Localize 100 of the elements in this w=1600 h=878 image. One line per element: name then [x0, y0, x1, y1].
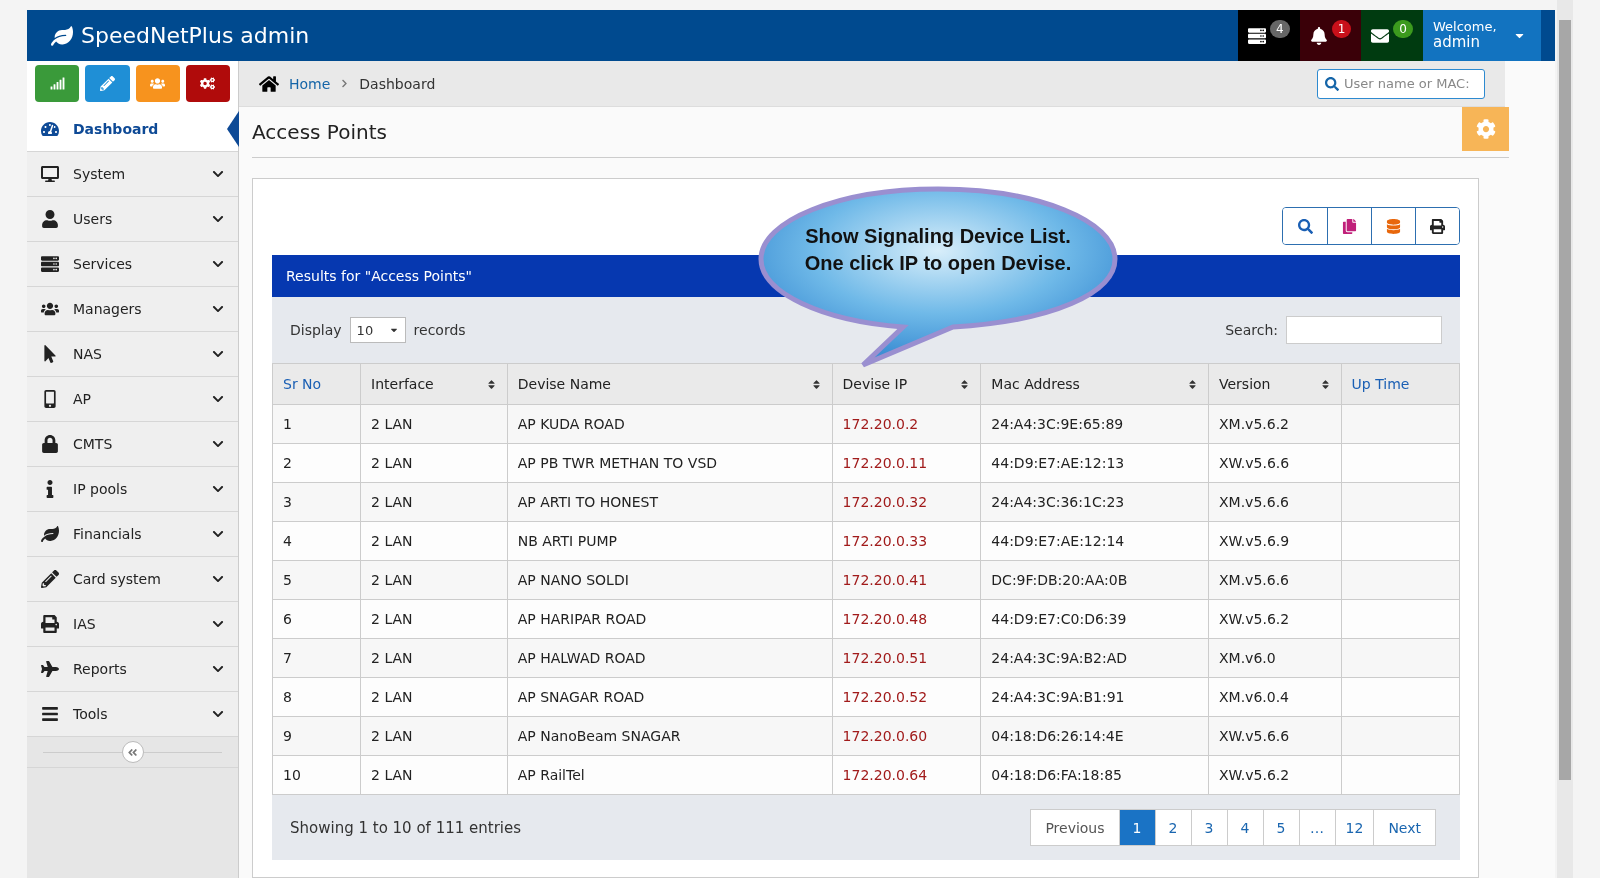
- column-header[interactable]: Up Time: [1341, 363, 1460, 405]
- page-button[interactable]: 4: [1226, 810, 1263, 845]
- table-cell: 2 LAN: [360, 560, 508, 600]
- messages-button[interactable]: 0: [1361, 10, 1423, 61]
- sidebar-item[interactable]: Tools: [27, 692, 238, 737]
- table-cell: XW.v5.6.6: [1208, 443, 1342, 483]
- table-cell: 2 LAN: [360, 404, 508, 444]
- table-cell: XW.v5.6.2: [1208, 599, 1342, 639]
- sidebar-item[interactable]: Card system: [27, 557, 238, 602]
- search-input[interactable]: [1286, 316, 1442, 344]
- user-icon: [41, 210, 59, 228]
- ip-link[interactable]: 172.20.0.64: [832, 755, 981, 795]
- sidebar-item[interactable]: IAS: [27, 602, 238, 647]
- breadcrumb-link[interactable]: Home: [289, 75, 331, 92]
- user-menu[interactable]: Welcome, admin: [1423, 10, 1541, 61]
- column-header[interactable]: Devise IP: [832, 363, 981, 405]
- printer-icon: [1430, 218, 1445, 234]
- sidebar-item[interactable]: Dashboard: [27, 107, 238, 152]
- sidebar-item[interactable]: AP: [27, 377, 238, 422]
- count-badge: 0: [1393, 20, 1413, 38]
- sidebar-item[interactable]: NAS: [27, 332, 238, 377]
- tasks-button[interactable]: 4: [1238, 10, 1300, 61]
- ip-link[interactable]: 172.20.0.51: [832, 638, 981, 678]
- settings-button[interactable]: [1462, 107, 1509, 151]
- users-icon: [41, 300, 59, 318]
- breadcrumb-current: Dashboard: [359, 75, 436, 92]
- search-icon: [1325, 76, 1339, 91]
- ip-link[interactable]: 172.20.0.60: [832, 716, 981, 756]
- page-button[interactable]: …: [1298, 810, 1335, 845]
- table-cell: XM.v5.6.2: [1208, 404, 1342, 444]
- quick-button[interactable]: [85, 65, 130, 102]
- sidebar-item[interactable]: Financials: [27, 512, 238, 557]
- plane-icon: [41, 660, 59, 678]
- table-cell: AP NANO SOLDI: [507, 560, 833, 600]
- column-header[interactable]: Interface: [360, 363, 508, 405]
- table-cell: 2 LAN: [360, 755, 508, 795]
- sidebar-item[interactable]: CMTS: [27, 422, 238, 467]
- search-icon: [1297, 218, 1313, 234]
- ip-link[interactable]: 172.20.0.33: [832, 521, 981, 561]
- table-cell: XM.v6.0: [1208, 638, 1342, 678]
- pencil-icon: [41, 570, 59, 588]
- page-button[interactable]: 3: [1190, 810, 1227, 845]
- quick-button[interactable]: [35, 65, 80, 102]
- page-button[interactable]: Previous: [1031, 810, 1119, 845]
- ip-link[interactable]: 172.20.0.2: [832, 404, 981, 444]
- server-icon: [41, 255, 59, 273]
- entries-info: Showing 1 to 10 of 111 entries: [290, 818, 522, 837]
- copy-icon: [1342, 218, 1357, 234]
- leaf-logo-icon: [51, 24, 73, 47]
- alerts-button[interactable]: 1: [1299, 10, 1362, 61]
- ip-link[interactable]: 172.20.0.32: [832, 482, 981, 522]
- ip-link[interactable]: 172.20.0.52: [832, 677, 981, 717]
- sidebar-item[interactable]: Services: [27, 242, 238, 287]
- column-header[interactable]: Version: [1208, 363, 1342, 405]
- sort-icon: [1319, 378, 1331, 390]
- column-header[interactable]: Devise Name: [507, 363, 833, 405]
- collapse-button[interactable]: [121, 741, 144, 763]
- column-header[interactable]: Sr No: [272, 363, 361, 405]
- table-cell: 6: [272, 599, 361, 639]
- sidebar-item[interactable]: Reports: [27, 647, 238, 692]
- ip-link[interactable]: 172.20.0.11: [832, 443, 981, 483]
- table-cell: AP ARTI TO HONEST: [507, 482, 833, 522]
- table-cell: XM.v5.6.6: [1208, 560, 1342, 600]
- sidebar-item[interactable]: Users: [27, 197, 238, 242]
- ip-link[interactable]: 172.20.0.41: [832, 560, 981, 600]
- sidebar-item[interactable]: Managers: [27, 287, 238, 332]
- table-cell: AP KUDA ROAD: [507, 404, 833, 444]
- page-button[interactable]: 12: [1334, 810, 1374, 845]
- search-field[interactable]: User name or MAC:: [1317, 68, 1485, 99]
- print-button[interactable]: [1415, 208, 1459, 244]
- page-button[interactable]: 2: [1154, 810, 1191, 845]
- sort-icon: [1187, 378, 1198, 390]
- table-cell: 24:A4:3C:9A:B1:91: [980, 677, 1209, 717]
- records-select[interactable]: 10: [349, 317, 406, 343]
- chevron-right-icon: [340, 79, 350, 88]
- table-cell: XM.v6.0.4: [1208, 677, 1342, 717]
- sort-icon: [485, 378, 497, 390]
- table-cell: AP HARIPAR ROAD: [507, 599, 833, 639]
- printer-icon: [41, 615, 59, 633]
- lock-icon: [41, 435, 59, 453]
- table-cell: 24:A4:3C:9E:65:89: [980, 404, 1209, 444]
- table-cell: 24:A4:3C:36:1C:23: [980, 482, 1209, 522]
- page-button[interactable]: 5: [1262, 810, 1299, 845]
- display-label: Display: [290, 322, 342, 338]
- sidebar-item[interactable]: System: [27, 152, 238, 197]
- page-button[interactable]: 1: [1118, 810, 1155, 845]
- menu-icon: [41, 705, 59, 723]
- table-cell: XW.v5.6.6: [1208, 716, 1342, 756]
- table-cell: AP PB TWR METHAN TO VSD: [507, 443, 833, 483]
- ip-link[interactable]: 172.20.0.48: [832, 599, 981, 639]
- sort-icon: [810, 378, 822, 390]
- table-cell: XW.v5.6.2: [1208, 755, 1342, 795]
- dashboard-icon: [41, 120, 59, 138]
- sidebar-item[interactable]: IP pools: [27, 467, 238, 512]
- double-chevron-left-icon: [127, 746, 138, 758]
- page-button[interactable]: Next: [1373, 810, 1435, 845]
- column-header[interactable]: Mac Address: [980, 363, 1209, 405]
- quick-button[interactable]: [185, 65, 230, 102]
- scrollbar[interactable]: [1557, 0, 1573, 878]
- sort-icon: [959, 378, 971, 390]
